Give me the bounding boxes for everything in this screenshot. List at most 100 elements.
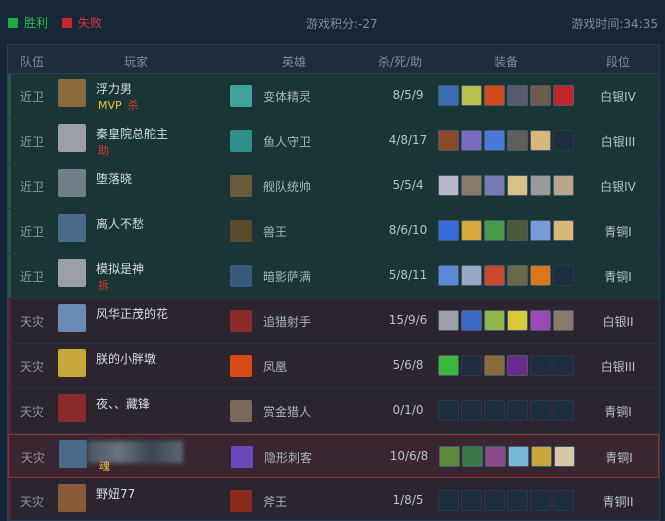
item-icon[interactable] — [553, 310, 574, 331]
table-row[interactable]: 天灾 夜、、藏锋 赏金猎人 0/1/0 青铜I — [8, 389, 659, 434]
hero-icon[interactable] — [230, 130, 252, 152]
table-row[interactable]: 近卫 浮力男 MVP 杀 变体精灵 8/5/9 白银IV — [8, 74, 659, 119]
item-icon[interactable] — [484, 265, 505, 286]
player-name[interactable]: 朕的小胖墩 — [96, 350, 156, 367]
item-slots — [438, 130, 576, 151]
player-tags: 拆 — [98, 277, 109, 293]
item-icon[interactable] — [530, 220, 551, 241]
table-row[interactable]: 近卫 秦皇院总舵主助 鱼人守卫 4/8/17 白银III — [8, 119, 659, 164]
item-icon[interactable] — [484, 130, 505, 151]
player-avatar[interactable] — [58, 259, 86, 287]
item-icon[interactable] — [438, 220, 459, 241]
item-slots — [438, 265, 576, 286]
item-icon[interactable] — [461, 310, 482, 331]
item-icon[interactable] — [438, 265, 459, 286]
hero-icon[interactable] — [230, 490, 252, 512]
item-icon[interactable] — [553, 220, 574, 241]
item-icon[interactable] — [461, 85, 482, 106]
item-icon[interactable] — [438, 85, 459, 106]
hero-icon[interactable] — [230, 355, 252, 377]
player-name[interactable]: 离人不愁 — [96, 215, 144, 232]
item-icon[interactable] — [530, 265, 551, 286]
item-icon[interactable] — [553, 175, 574, 196]
player-avatar[interactable] — [58, 169, 86, 197]
item-icon[interactable] — [462, 446, 483, 467]
item-icon[interactable] — [438, 310, 459, 331]
item-icon[interactable] — [484, 175, 505, 196]
item-icon[interactable] — [439, 446, 460, 467]
player-name[interactable]: 模拟是神 — [96, 260, 144, 277]
item-icon[interactable] — [553, 85, 574, 106]
player-tags: 助 — [98, 142, 109, 158]
player-avatar[interactable] — [58, 304, 86, 332]
player-avatar[interactable] — [58, 349, 86, 377]
table-row[interactable]: 天灾 风华正茂的花 追猎射手 15/9/6 白银II — [8, 299, 659, 344]
hero-icon[interactable] — [230, 220, 252, 242]
item-icon[interactable] — [530, 310, 551, 331]
item-icon[interactable] — [530, 175, 551, 196]
table-row[interactable]: 天灾魂 隐形刺客 10/6/8 青铜I — [8, 434, 659, 478]
empty-item-slot — [553, 130, 574, 151]
item-icon[interactable] — [531, 446, 552, 467]
table-row[interactable]: 近卫 模拟是神拆 暗影萨满 5/8/11 青铜I — [8, 254, 659, 299]
item-icon[interactable] — [530, 85, 551, 106]
item-icon[interactable] — [461, 220, 482, 241]
player-avatar[interactable] — [59, 440, 87, 468]
table-row[interactable]: 天灾 野妞77 斧王 1/8/5 青铜II — [8, 479, 659, 520]
item-icon[interactable] — [461, 265, 482, 286]
item-icon[interactable] — [485, 446, 506, 467]
game-time: 游戏时间:34:35 — [571, 17, 658, 31]
item-slots — [438, 490, 576, 511]
item-icon[interactable] — [554, 446, 575, 467]
player-name[interactable]: 秦皇院总舵主 — [96, 125, 168, 142]
item-icon[interactable] — [507, 130, 528, 151]
table-row[interactable]: 近卫 离人不愁 兽王 8/6/10 青铜I — [8, 209, 659, 254]
item-slots — [438, 355, 576, 376]
hero-icon[interactable] — [231, 446, 253, 468]
hero-icon[interactable] — [230, 310, 252, 332]
hero-name: 兽王 — [263, 225, 288, 239]
item-icon[interactable] — [507, 310, 528, 331]
player-name[interactable]: 堕落晓 — [96, 170, 132, 187]
table-row[interactable]: 近卫 堕落晓 舰队统帅 5/5/4 白银IV — [8, 164, 659, 209]
hero-icon[interactable] — [230, 85, 252, 107]
item-icon[interactable] — [438, 355, 459, 376]
item-icon[interactable] — [484, 355, 505, 376]
item-icon[interactable] — [438, 175, 459, 196]
empty-item-slot — [438, 490, 459, 511]
player-avatar[interactable] — [58, 124, 86, 152]
item-icon[interactable] — [507, 175, 528, 196]
empty-item-slot — [484, 400, 505, 421]
player-avatar[interactable] — [58, 79, 86, 107]
hero-name: 暗影萨满 — [263, 270, 312, 284]
item-icon[interactable] — [508, 446, 529, 467]
item-icon[interactable] — [530, 130, 551, 151]
player-name[interactable]: 风华正茂的花 — [96, 305, 168, 322]
player-avatar[interactable] — [58, 394, 86, 422]
player-name[interactable]: 夜、、藏锋 — [96, 395, 150, 412]
player-name[interactable]: 浮力男 — [96, 80, 132, 97]
col-kda: 杀/死/助 — [378, 55, 423, 69]
match-table: 队伍 玩家 英雄 杀/死/助 装备 段位 近卫 浮力男 MVP 杀 变体精灵 8/5/9 白… — [7, 44, 660, 521]
table-row[interactable]: 天灾 朕的小胖墩 凤凰 5/6/8 白银III — [8, 344, 659, 389]
item-icon[interactable] — [484, 310, 505, 331]
item-icon[interactable] — [484, 220, 505, 241]
col-hero: 英雄 — [282, 55, 307, 69]
item-icon[interactable] — [507, 85, 528, 106]
item-icon[interactable] — [507, 355, 528, 376]
item-icon[interactable] — [438, 130, 459, 151]
player-name[interactable]: 野妞77 — [96, 485, 135, 502]
item-slots — [438, 175, 576, 196]
item-icon[interactable] — [507, 220, 528, 241]
hero-icon[interactable] — [230, 265, 252, 287]
hero-icon[interactable] — [230, 400, 252, 422]
hero-name: 变体精灵 — [263, 90, 312, 104]
item-icon[interactable] — [461, 175, 482, 196]
hero-name: 隐形刺客 — [264, 451, 313, 465]
item-icon[interactable] — [461, 130, 482, 151]
item-icon[interactable] — [484, 85, 505, 106]
player-avatar[interactable] — [58, 484, 86, 512]
item-icon[interactable] — [507, 265, 528, 286]
player-avatar[interactable] — [58, 214, 86, 242]
hero-icon[interactable] — [230, 175, 252, 197]
